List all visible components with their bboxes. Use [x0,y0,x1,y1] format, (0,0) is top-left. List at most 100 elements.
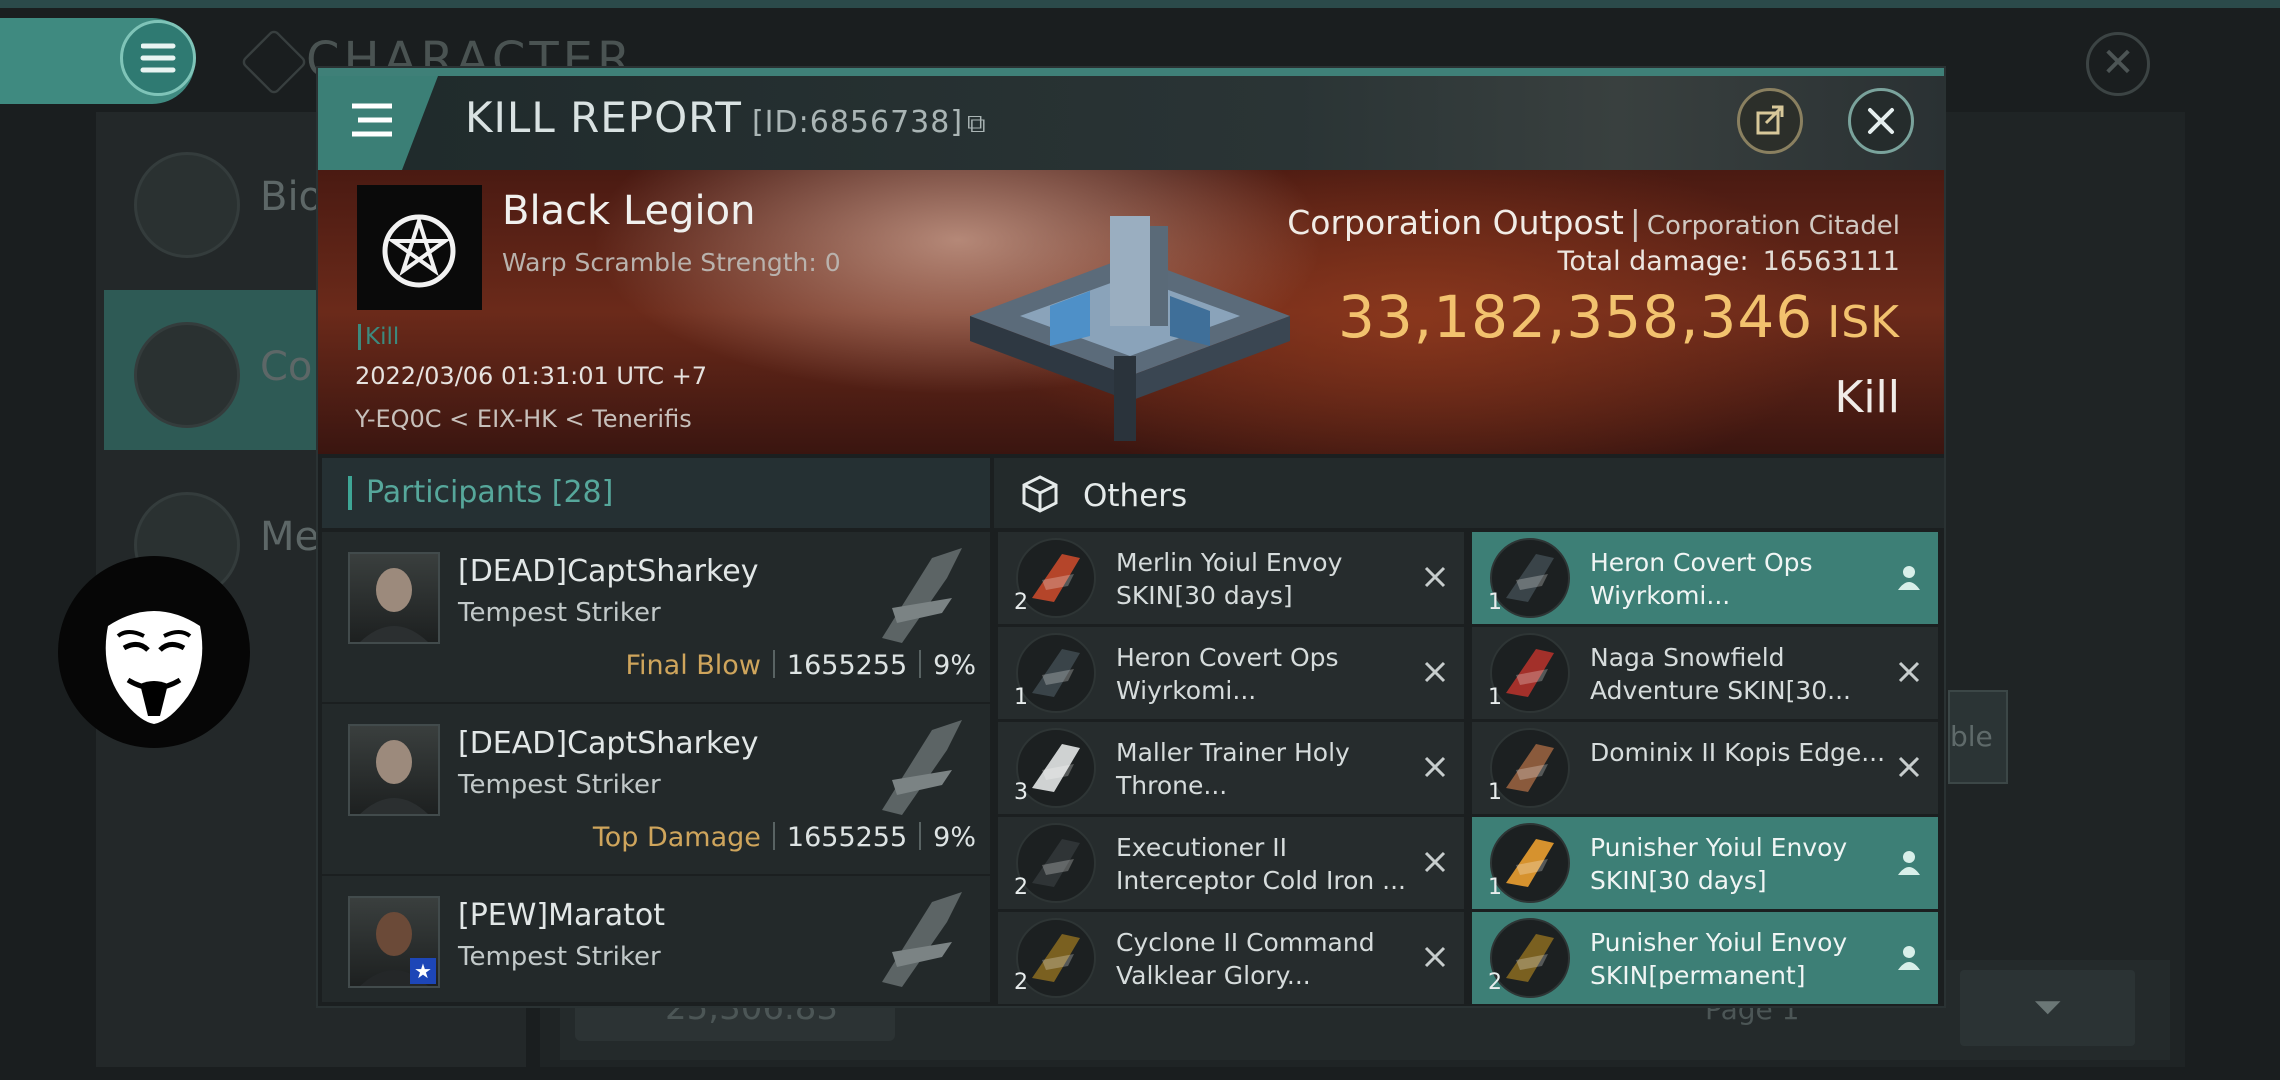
item-quantity: 2 [1488,970,1502,995]
item-icon [1490,823,1570,903]
character-icon [240,28,308,96]
item-quantity: 1 [1488,780,1502,805]
pilot-portrait [348,552,440,644]
mask-avatar [58,556,250,748]
share-button[interactable] [1737,88,1803,154]
item-name: Merlin Yoiul Envoy SKIN[30 days] [1116,548,1343,610]
item-quantity: 1 [1488,685,1502,710]
total-damage-value: 16563111 [1762,246,1900,277]
background-partial-button[interactable]: ble [1948,690,2008,784]
participant-ship: Tempest Striker [458,598,661,628]
item-row[interactable]: 2 Punisher Yoiul Envoy SKIN[permanent] [1472,912,1938,1004]
destroyed-icon [1894,752,1924,782]
dialog-top-accent [318,68,1944,76]
item-icon [1490,918,1570,998]
destroyed-icon [1420,942,1450,972]
participant-row[interactable]: [DEAD]CaptSharkey Tempest Striker Top Da… [322,704,990,874]
participants-header-accent [348,476,352,510]
star-badge-icon: ★ [410,958,436,984]
pilot-portrait [348,724,440,816]
item-icon [1016,633,1096,713]
item-name: Dominix II Kopis Edge... [1590,738,1886,767]
structure-image [960,196,1300,446]
destroyed-icon [1420,657,1450,687]
item-row[interactable]: 1 Heron Covert Ops Wiyrkomi... [1472,532,1938,624]
pilot-portrait: ★ [348,896,440,988]
top-damage-tag: Top Damage [592,822,761,853]
corporation-logo [357,185,482,310]
item-quantity: 1 [1488,590,1502,615]
close-icon [1868,108,1894,134]
warp-scramble-strength: Warp Scramble Strength: 0 [502,248,841,277]
menu-icon[interactable] [348,100,394,140]
participant-name: [DEAD]CaptSharkey [458,554,759,589]
item-icon [1490,633,1570,713]
ship-icon [852,710,972,820]
participant-percent: 9% [933,650,976,681]
item-quantity: 3 [1014,780,1028,805]
cube-icon [1020,474,1060,514]
filter-icon[interactable]: ⏷ [1960,970,2135,1046]
item-row[interactable]: 1 Heron Covert Ops Wiyrkomi... [998,627,1464,719]
destroyed-icon [1420,562,1450,592]
final-blow-tag: Final Blow [625,650,761,681]
participant-row[interactable]: [DEAD]CaptSharkey Tempest Striker Final … [322,532,990,702]
close-button[interactable] [1848,88,1914,154]
item-row[interactable]: 2 Cyclone II Command Valklear Glory... [998,912,1464,1004]
item-quantity: 1 [1488,875,1502,900]
participant-stats: Final Blow 1655255 9% [625,650,976,681]
person-icon [1894,847,1924,877]
participant-percent: 9% [933,822,976,853]
item-icon [1016,538,1096,618]
background-menu-icon[interactable] [120,20,196,96]
item-name: Punisher Yoiul Envoy SKIN[30 days] [1590,833,1848,895]
kill-datetime: 2022/03/06 01:31:01 UTC +7 [355,362,707,390]
dialog-title: KILL REPORT [ID:6856738] ⧉ [465,93,987,142]
item-quantity: 1 [1014,685,1028,710]
item-quantity: 2 [1014,875,1028,900]
item-icon [1016,728,1096,808]
item-icon [1490,538,1570,618]
victim-type-sub: Corporation Citadel [1646,211,1900,241]
item-name: Heron Covert Ops Wiyrkomi... [1116,643,1339,705]
isk-amount: 33,182,358,346 [1338,283,1814,351]
kill-id: [ID:6856738] [751,105,964,140]
item-icon [1490,728,1570,808]
participant-stats: Top Damage 1655255 9% [593,822,976,853]
person-icon [1894,942,1924,972]
participant-damage: 1655255 [786,822,908,853]
ship-icon [852,538,972,648]
kill-location: Y-EQ0C < EIX-HK < Tenerifis [355,405,692,433]
total-damage: Total damage: 16563111 [1558,246,1900,277]
item-row[interactable]: 2 Executioner II Interceptor Cold Iron ..… [998,817,1464,909]
ship-icon [852,882,972,992]
isk-unit: ISK [1827,297,1900,348]
victim-type: Corporation Outpost | Corporation Citadel [1287,203,1900,242]
victim-corporation: Black Legion [502,188,756,234]
item-quantity: 2 [1014,590,1028,615]
kill-tag: Kill [358,324,399,350]
share-icon [1756,105,1784,135]
isk-value: 33,182,358,346 ISK [1338,283,1900,351]
destroyed-icon [1420,847,1450,877]
item-row[interactable]: 1 Dominix II Kopis Edge... [1472,722,1938,814]
participant-ship: Tempest Striker [458,942,661,972]
kill-outcome: Kill [1834,372,1900,423]
copy-icon[interactable]: ⧉ [967,109,987,139]
item-row[interactable]: 2 Merlin Yoiul Envoy SKIN[30 days] [998,532,1464,624]
participant-damage: 1655255 [786,650,908,681]
item-quantity: 2 [1014,970,1028,995]
background-close-icon[interactable]: ✕ [2086,32,2150,96]
item-row[interactable]: 1 Naga Snowfield Adventure SKIN[30... [1472,627,1938,719]
item-name: Heron Covert Ops Wiyrkomi... [1590,548,1813,610]
participant-ship: Tempest Striker [458,770,661,800]
item-row[interactable]: 1 Punisher Yoiul Envoy SKIN[30 days] [1472,817,1938,909]
person-icon [1894,562,1924,592]
participant-name: [DEAD]CaptSharkey [458,726,759,761]
item-row[interactable]: 3 Maller Trainer Holy Throne... [998,722,1464,814]
list-icon [134,152,240,258]
destroyed-icon [1894,657,1924,687]
destroyed-icon [1420,752,1450,782]
item-name: Naga Snowfield Adventure SKIN[30... [1590,643,1851,705]
participant-row[interactable]: ★ [PEW]Maratot Tempest Striker [322,876,990,1002]
